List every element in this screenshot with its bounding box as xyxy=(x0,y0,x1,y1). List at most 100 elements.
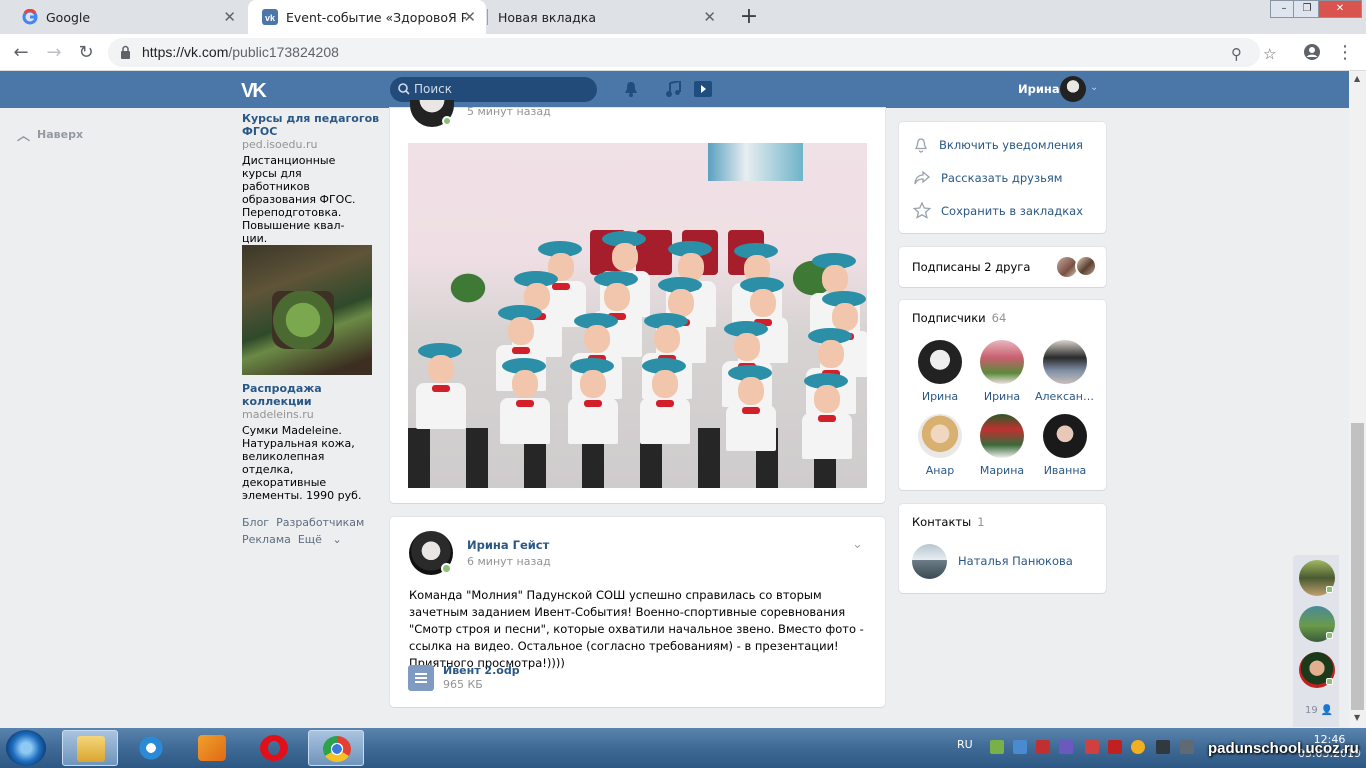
tab-title: Event-событие «ЗдоровоЯ Росси xyxy=(286,9,466,25)
vk-icon: vk xyxy=(262,9,278,25)
post-author[interactable]: Ирина Гейст xyxy=(467,538,549,552)
start-button[interactable] xyxy=(6,730,46,766)
reload-button[interactable]: ↻ xyxy=(73,40,99,66)
taskbar-chrome[interactable] xyxy=(308,730,364,766)
friend-avatar[interactable] xyxy=(1057,257,1077,277)
subscribers-block: Подписчики 64 Ирина Ирина Александ... Ана… xyxy=(899,300,1106,490)
close-tab-icon[interactable]: ✕ xyxy=(463,9,476,25)
footer-more-link[interactable]: Ещё ⌄ xyxy=(298,533,342,546)
post-time[interactable]: 5 минут назад xyxy=(467,105,551,118)
tab-vk-event[interactable]: vk Event-событие «ЗдоровоЯ Росси ✕ xyxy=(248,0,486,34)
subscriber[interactable]: Марина xyxy=(972,414,1032,477)
maximize-button[interactable]: ❐ xyxy=(1293,0,1321,18)
url-field[interactable]: https://vk.com/public173824208 ⚲ ☆ xyxy=(108,38,1276,67)
tray-icon[interactable] xyxy=(1036,740,1050,754)
ad-domain: madeleins.ru xyxy=(242,408,314,421)
music-icon[interactable] xyxy=(665,81,681,97)
ad-title[interactable]: Распродажа коллекции xyxy=(242,382,382,408)
tray-icon[interactable] xyxy=(1013,740,1027,754)
taskbar-ie[interactable] xyxy=(123,730,179,766)
search-placeholder: Поиск xyxy=(414,82,453,96)
back-to-top-link[interactable]: ︿ Наверх xyxy=(17,125,83,144)
subscriber[interactable]: Ирина xyxy=(972,340,1032,403)
subscriber[interactable]: Александ... xyxy=(1035,340,1095,403)
subscriber[interactable]: Ирина xyxy=(910,340,970,403)
tray-icon[interactable] xyxy=(1085,740,1099,754)
user-name[interactable]: Ирина xyxy=(1018,82,1060,96)
community-actions: Включить уведомления Рассказать друзьям … xyxy=(899,122,1106,233)
contacts-header[interactable]: Контакты 1 xyxy=(912,515,985,529)
chevron-down-icon[interactable]: ⌄ xyxy=(1090,82,1098,93)
language-indicator[interactable]: RU xyxy=(957,738,973,751)
taskbar-explorer[interactable] xyxy=(62,730,118,766)
subscriber-avatar xyxy=(980,340,1024,384)
share-icon xyxy=(914,170,931,185)
friend-avatar[interactable] xyxy=(1075,255,1097,277)
contacts-label: Контакты xyxy=(912,515,972,529)
menu-kebab-icon[interactable]: ⋮ xyxy=(1336,42,1354,63)
chevron-down-icon[interactable]: ⌄ xyxy=(852,537,863,552)
new-tab-button[interactable]: + xyxy=(736,4,762,30)
vk-logo[interactable]: VK xyxy=(241,80,267,103)
tray-icon[interactable] xyxy=(1108,740,1122,754)
bell-icon[interactable] xyxy=(624,81,638,97)
taskbar-media[interactable] xyxy=(184,730,240,766)
document-name[interactable]: Ивент 2.odp xyxy=(443,664,520,677)
poster-shape xyxy=(708,143,803,181)
close-tab-icon[interactable]: ✕ xyxy=(223,9,236,25)
volume-icon[interactable] xyxy=(1180,740,1194,754)
subscriber[interactable]: Иванна xyxy=(1035,414,1095,477)
forward-button[interactable]: → xyxy=(41,40,67,66)
user-avatar[interactable] xyxy=(1060,76,1086,102)
contact-avatar[interactable] xyxy=(912,544,947,579)
tray-icon[interactable] xyxy=(1059,740,1073,754)
share-button[interactable]: Рассказать друзьям xyxy=(913,170,1062,186)
chat-sidebar: 19 👤 xyxy=(1293,555,1339,727)
bookmark-star-icon[interactable]: ☆ xyxy=(1263,45,1276,63)
scrollbar-thumb[interactable] xyxy=(1351,423,1364,710)
page-scrollbar[interactable]: ▲ ▼ xyxy=(1349,71,1366,728)
network-icon[interactable] xyxy=(1156,740,1170,754)
back-button[interactable]: ← xyxy=(8,40,34,66)
ad-title[interactable]: Курсы для педагогов ФГОС xyxy=(242,112,382,138)
footer-ads-link[interactable]: Реклама xyxy=(242,533,291,546)
subscribers-count: 64 xyxy=(991,311,1007,325)
scroll-down-icon[interactable]: ▼ xyxy=(1354,713,1360,722)
search-input[interactable]: Поиск xyxy=(390,77,597,102)
tray-icon[interactable] xyxy=(1131,740,1145,754)
chat-online-count[interactable]: 19 👤 xyxy=(1305,705,1333,716)
footer-developers-link[interactable]: Разработчикам xyxy=(276,516,364,529)
contacts-count: 1 xyxy=(977,515,985,529)
video-icon[interactable] xyxy=(694,81,712,97)
scroll-up-icon[interactable]: ▲ xyxy=(1354,74,1360,83)
account-icon[interactable] xyxy=(1303,43,1321,61)
taskbar-opera[interactable] xyxy=(246,730,302,766)
close-window-button[interactable]: ✕ xyxy=(1318,0,1362,18)
tray-icon[interactable] xyxy=(990,740,1004,754)
footer-blog-link[interactable]: Блог xyxy=(242,516,269,529)
bookmark-button[interactable]: Сохранить в закладках xyxy=(913,202,1083,219)
google-icon xyxy=(22,9,38,25)
chevron-up-icon: ︿ xyxy=(17,129,31,144)
document-icon[interactable] xyxy=(408,665,434,691)
ad-block[interactable]: Курсы для педагогов ФГОС ped.isoedu.ru Д… xyxy=(242,112,382,245)
tab-new[interactable]: Новая вкладка ✕ xyxy=(488,0,726,34)
subscriber-avatar xyxy=(918,340,962,384)
url-path: /public173824208 xyxy=(228,44,339,60)
ad-bag-image[interactable] xyxy=(242,245,372,375)
close-tab-icon[interactable]: ✕ xyxy=(703,9,716,25)
subscriber[interactable]: Анар xyxy=(910,414,970,477)
child-figure xyxy=(414,343,472,453)
footer-links: Блог Разработчикам Реклама Ещё ⌄ xyxy=(242,514,371,548)
ad-block[interactable]: Распродажа коллекции madeleins.ru Сумки … xyxy=(242,245,382,502)
child-figure xyxy=(724,365,782,475)
ad-description: Сумки Madeleine. Натуральная кожа, велик… xyxy=(242,424,362,502)
enable-notifications-button[interactable]: Включить уведомления xyxy=(913,137,1083,153)
post-photo[interactable] xyxy=(408,143,867,488)
post-time[interactable]: 6 минут назад xyxy=(467,555,551,568)
contact-name[interactable]: Наталья Панюкова xyxy=(958,554,1073,568)
zoom-icon[interactable]: ⚲ xyxy=(1231,45,1242,63)
friends-subscribed[interactable]: Подписаны 2 друга xyxy=(899,247,1106,287)
tab-google[interactable]: Google ✕ xyxy=(8,0,246,34)
subscribers-header[interactable]: Подписчики 64 xyxy=(912,311,1006,325)
